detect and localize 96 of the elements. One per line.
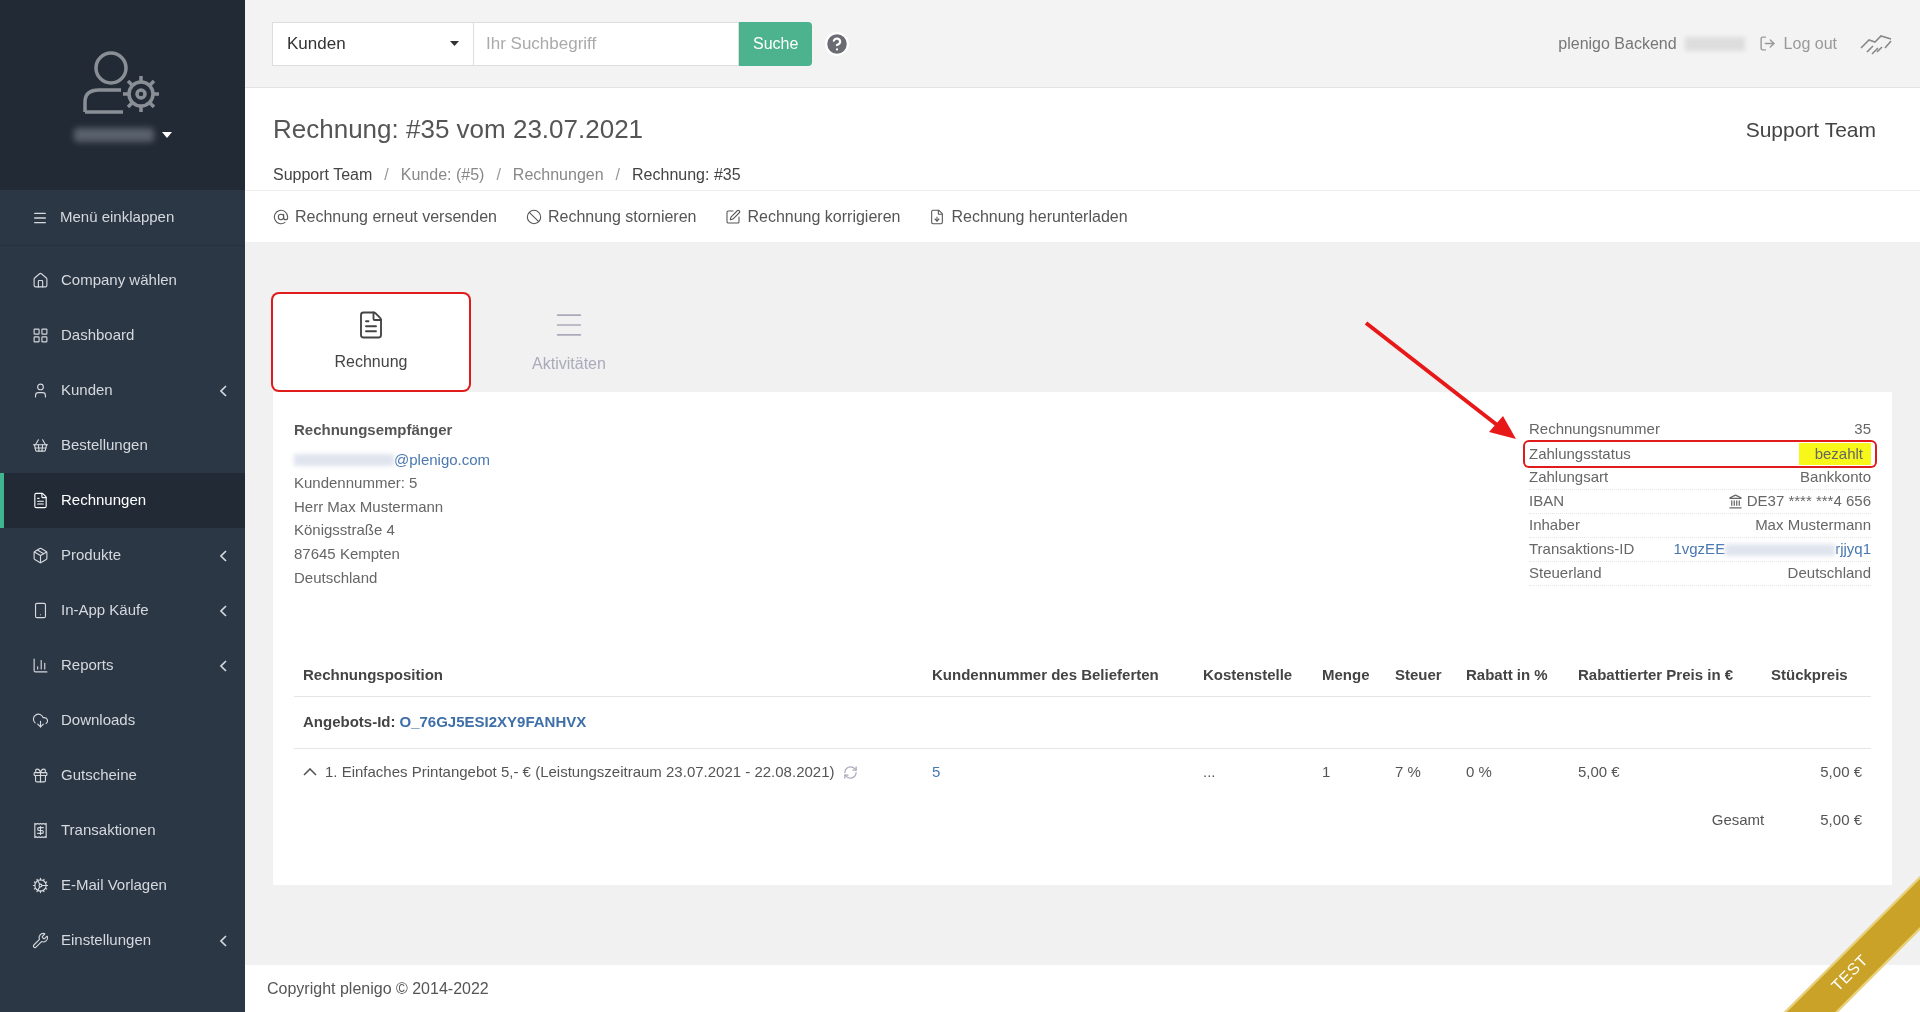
help-icon[interactable] [824, 30, 851, 57]
sidebar-item-icon [32, 437, 49, 454]
column-header: Steuer [1395, 665, 1443, 686]
address-line: Deutschland [294, 567, 379, 588]
action-link[interactable]: Rechnung herunterladen [929, 204, 1128, 229]
detail-value: 35 [1854, 419, 1871, 440]
detail-label: Steuerland [1529, 563, 1602, 584]
breadcrumb-link[interactable]: Support Team [273, 163, 373, 187]
sidebar-item[interactable]: Produkte [0, 528, 245, 583]
sidebar-item[interactable]: Gutscheine [0, 748, 245, 803]
table-cell-text: 0 % [1466, 761, 1493, 782]
sidebar-item-icon [32, 492, 49, 509]
offer-link[interactable]: O_76GJ5ESI2XY9FANHVX [399, 711, 587, 734]
bank-icon [1727, 494, 1743, 509]
detail-value: Bankkonto [1800, 467, 1871, 488]
detail-value: Deutschland [1787, 563, 1871, 584]
column-header: Kostenstelle [1203, 665, 1294, 686]
breadcrumb-separator: / [496, 165, 501, 185]
detail-value: DE37 **** ***4 656 [1746, 491, 1871, 512]
action-icon [525, 208, 542, 225]
search-scope-select[interactable]: Kunden [272, 21, 474, 66]
column-header: Rechnungsposition [303, 665, 444, 686]
action-icon [273, 208, 289, 225]
sidebar-item-icon [32, 712, 49, 729]
detail-label: IBAN [1529, 491, 1564, 512]
sidebar-item[interactable]: In-App Käufe [0, 583, 245, 638]
table-cell-text: 1. Einfaches Printangebot 5,- € (Leistungszeitraum 23.07.2021 - 22.08.2021) [325, 761, 835, 782]
table-cell-text: 5,00 € [1819, 761, 1862, 782]
sidebar-item[interactable]: Reports [0, 638, 245, 693]
action-link[interactable]: Rechnung korrigieren [725, 204, 901, 229]
total-value: 5,00 € [1820, 809, 1862, 830]
copyright-text: Copyright plenigo © 2014-2022 [267, 978, 489, 999]
team-name: Support Team [1745, 117, 1877, 143]
sidebar-item-icon [32, 547, 49, 564]
sidebar-item[interactable]: Dashboard [0, 308, 245, 363]
search-field[interactable]: Ihr Suchbegriff [474, 21, 739, 66]
email-link[interactable]: @plenigo.com [394, 447, 491, 472]
detail-label: Transaktions-ID [1529, 539, 1635, 560]
breadcrumb-separator: / [384, 165, 389, 185]
table-cell-text: 5,00 € [1578, 761, 1621, 782]
tab[interactable]: Rechnung [273, 294, 469, 390]
table-cell-text: 5 [932, 761, 942, 782]
logout-icon [1758, 35, 1776, 52]
column-header: Rabattierter Preis in € [1578, 665, 1735, 686]
recipient-heading: Rechnungsempfänger [294, 420, 454, 440]
recurring-icon [842, 764, 858, 780]
caret-icon[interactable] [161, 132, 172, 138]
sidebar-item-icon [32, 767, 49, 784]
sidebar-item[interactable]: Kunden [0, 363, 245, 418]
offer-label: Angebots-Id: [303, 712, 396, 733]
breadcrumb-link[interactable]: Kunde: (#5) [400, 163, 485, 187]
address-line: 87645 Kempten [294, 543, 401, 564]
sidebar-item-icon [32, 877, 49, 894]
collapse-chevron-icon[interactable] [303, 768, 317, 777]
sidebar-item-icon [32, 932, 49, 949]
sidebar-item-icon [32, 822, 49, 839]
breadcrumb-separator: / [615, 165, 621, 185]
detail-value: Max Mustermann [1755, 515, 1871, 536]
address-line: Herr Max Mustermann [294, 496, 445, 517]
sidebar-item[interactable]: Transaktionen [0, 803, 245, 858]
page-title: Rechnung: #35 vom 23.07.2021 [273, 113, 645, 146]
sidebar-item[interactable]: Rechnungen [0, 473, 245, 528]
sidebar-item-icon [32, 657, 49, 674]
detail-label: Zahlungsart [1529, 467, 1609, 488]
sidebar-item[interactable]: Bestellungen [0, 418, 245, 473]
sidebar-item-icon [32, 327, 49, 344]
app-name: plenigo Backend [1558, 33, 1677, 54]
action-icon [725, 208, 742, 225]
breadcrumb-link[interactable]: Rechnungen [512, 163, 604, 187]
action-link[interactable]: Rechnung stornieren [525, 204, 697, 229]
sidebar-item-icon [32, 272, 49, 289]
detail-label: Rechnungsnummer [1529, 419, 1660, 440]
sidebar-item[interactable]: E-Mail Vorlagen [0, 858, 245, 913]
column-header: Kundennummer des Belieferten [932, 665, 1160, 686]
table-cell-text: 7 % [1395, 761, 1422, 782]
action-link[interactable]: Rechnung erneut versenden [273, 204, 497, 229]
sidebar-item[interactable]: Downloads [0, 693, 245, 748]
sidebar-item-icon [32, 602, 49, 619]
column-header: Menge [1322, 665, 1371, 686]
total-label: Gesamt [1711, 809, 1765, 830]
detail-label: Inhaber [1529, 515, 1580, 536]
table-cell-text: 1 [1322, 761, 1332, 782]
column-header: Rabatt in % [1466, 665, 1549, 686]
sidebar-item-icon [32, 382, 49, 399]
action-icon [929, 208, 946, 225]
column-header: Stückpreis [1771, 665, 1849, 686]
detail-value: bezahlt [1798, 442, 1871, 466]
transaction-link[interactable]: 1vgzEE [1673, 538, 1726, 561]
address-line: Königsstraße 4 [294, 520, 396, 541]
caret-icon [450, 41, 459, 46]
sidebar-item[interactable]: Company wählen [0, 253, 245, 308]
detail-label: Zahlungsstatus [1529, 443, 1631, 464]
transaction-link-end[interactable]: rjjyq1 [1835, 538, 1871, 561]
table-cell-text: ... [1203, 761, 1217, 782]
sidebar-item[interactable]: Einstellungen [0, 913, 245, 968]
address-line: Kundennummer: 5 [294, 473, 419, 494]
